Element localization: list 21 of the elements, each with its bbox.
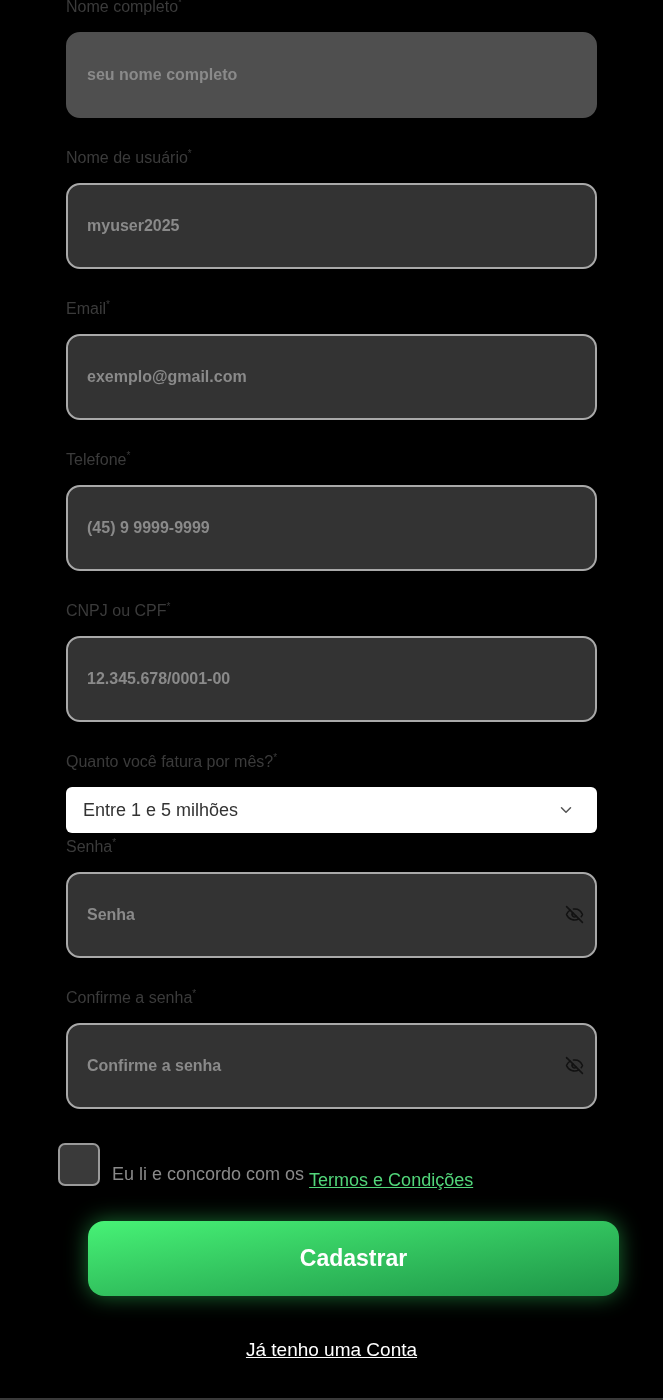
field-label: Nome completo$^{*}$: [66, 0, 182, 17]
field-label: Nome de usuário$^{*}$: [66, 148, 192, 168]
field-label: CNPJ ou CPF$^{*}$: [66, 601, 171, 621]
terms-link[interactable]: Termos e Condições: [309, 1169, 474, 1191]
password-field[interactable]: Senha: [66, 872, 597, 958]
input-field[interactable]: 12.345.678/0001-00: [66, 636, 597, 722]
dropdown[interactable]: Entre 1 e 5 milhões: [66, 787, 597, 833]
field-label: Quanto você fatura por mês?$^{*}$: [66, 752, 278, 772]
password-field[interactable]: Confirme a senha: [66, 1023, 597, 1109]
terms-text: Eu li e concordo com os: [112, 1163, 305, 1185]
eye-off-icon[interactable]: [565, 905, 584, 924]
input-field[interactable]: exemplo@gmail.com: [66, 334, 597, 420]
eye-off-icon[interactable]: [565, 1056, 584, 1075]
checkbox[interactable]: [58, 1143, 100, 1186]
input-field[interactable]: (45) 9 9999-9999: [66, 485, 597, 571]
field-label: Email$^{*}$: [66, 299, 110, 319]
field-label: Telefone$^{*}$: [66, 450, 131, 470]
login-link[interactable]: Já tenho uma Conta: [245, 1338, 418, 1362]
field-label: Senha$^{*}$: [66, 837, 117, 857]
input-field[interactable]: myuser2025: [66, 183, 597, 269]
field-label: Confirme a senha$^{*}$: [66, 988, 197, 1008]
